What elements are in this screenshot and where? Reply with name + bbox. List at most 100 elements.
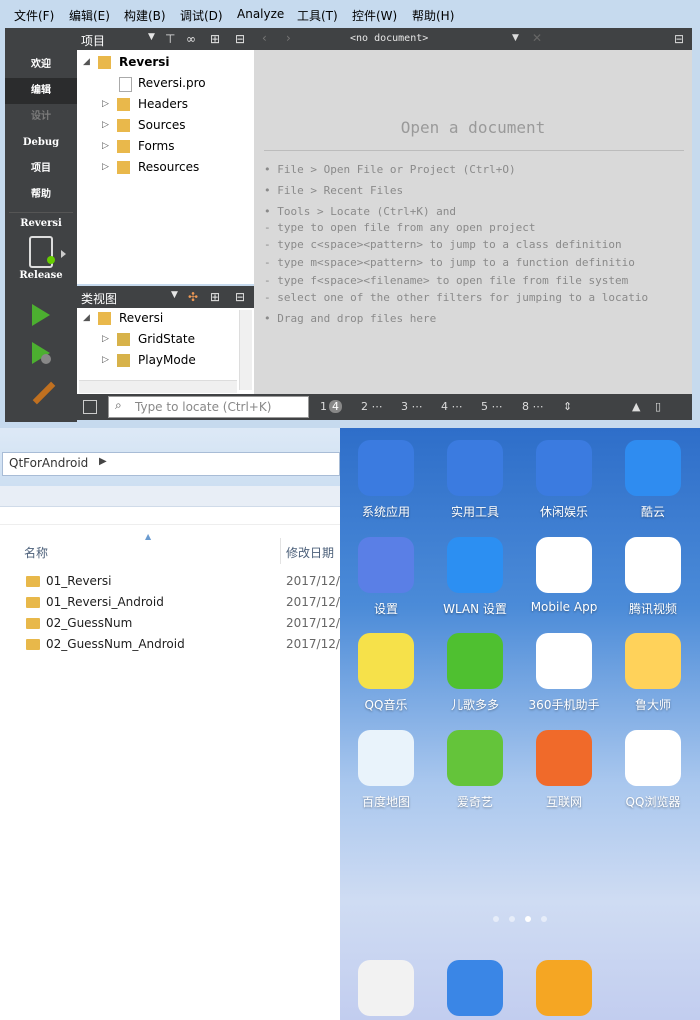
app-browser[interactable]: 互联网 [524, 730, 604, 810]
file-row[interactable]: 01_Reversi [26, 571, 276, 591]
collapsed-arrow-icon[interactable]: ▷ [102, 136, 110, 157]
app-folder[interactable]: 休闲娱乐 [524, 440, 604, 520]
tree-item-label: Reversi [119, 311, 164, 325]
collapsed-arrow-icon[interactable]: ▷ [102, 94, 110, 115]
breadcrumb-folder[interactable]: QtForAndroid [9, 456, 88, 470]
app-kids[interactable]: 儿歌多多 [435, 633, 515, 713]
mode-edit[interactable]: 编辑 [5, 78, 77, 104]
app-play[interactable]: 腾讯视频 [613, 537, 693, 617]
collapsed-arrow-icon[interactable]: ▷ [102, 115, 110, 136]
output-pane-2[interactable]: 2 ⋯ [361, 400, 383, 413]
chevron-right-icon[interactable]: ▶ [99, 456, 107, 467]
breadcrumb[interactable]: QtForAndroid ▶ [2, 452, 340, 476]
column-date-modified[interactable]: 修改日期 [286, 544, 334, 561]
app-folder[interactable]: 系统应用 [346, 440, 426, 520]
mode-design[interactable]: 设计 [5, 104, 77, 130]
collapsed-arrow-icon[interactable]: ▷ [102, 350, 110, 371]
page-indicator-dot[interactable] [509, 916, 515, 922]
toggle-right-sidebar-icon[interactable]: ▯ [655, 400, 661, 413]
back-icon[interactable]: ‹ [262, 31, 267, 45]
app-nissan[interactable]: Mobile App [524, 537, 604, 614]
tree-item-forms[interactable]: ▷ Forms [77, 136, 254, 157]
column-name[interactable]: 名称 [24, 544, 48, 561]
menu-analyze[interactable]: Analyze [237, 7, 284, 21]
output-pane-4[interactable]: 4 ⋯ [441, 400, 463, 413]
class-item-gridstate[interactable]: ▷ GridState [77, 329, 237, 350]
page-indicator-dot[interactable] [493, 916, 499, 922]
app-gear[interactable]: 设置 [346, 537, 426, 617]
output-pane-1[interactable]: 14 [320, 400, 342, 413]
app-folder[interactable]: 实用工具 [435, 440, 515, 520]
menu-edit[interactable]: 编辑(E) [69, 7, 110, 24]
app-cloud[interactable]: 酷云 [613, 440, 693, 520]
page-indicator-dot-active[interactable] [525, 916, 531, 922]
app-music[interactable]: QQ音乐 [346, 633, 426, 713]
mode-help[interactable]: 帮助 [5, 182, 77, 208]
horizontal-scrollbar[interactable] [79, 380, 237, 393]
tree-item-pro-file[interactable]: Reversi.pro [77, 73, 254, 94]
vertical-scrollbar[interactable] [239, 310, 252, 390]
tree-item-reversi[interactable]: ◢ Reversi [77, 52, 254, 73]
split-icon[interactable]: ⊟ [674, 32, 684, 46]
chevron-down-icon[interactable]: ▼ [148, 32, 155, 42]
expanded-arrow-icon[interactable]: ◢ [83, 52, 91, 73]
class-hierarchy-icon[interactable]: ✣ [188, 290, 198, 304]
close-pane-icon[interactable]: ⊟ [235, 290, 245, 304]
menu-build[interactable]: 构建(B) [124, 7, 166, 24]
menu-file[interactable]: 文件(F) [14, 7, 54, 24]
chevron-down-icon[interactable]: ▼ [171, 290, 178, 300]
kit-expand-icon[interactable] [61, 250, 66, 258]
page-indicator-dot[interactable] [541, 916, 547, 922]
file-row[interactable]: 02_GuessNum [26, 613, 276, 633]
split-icon[interactable]: ⊞ [210, 32, 220, 46]
mode-welcome[interactable]: 欢迎 [5, 52, 77, 78]
file-row[interactable]: 01_Reversi_Android [26, 592, 276, 612]
split-icon[interactable]: ⊞ [210, 290, 220, 304]
build-hammer-icon[interactable] [32, 381, 56, 405]
project-pane-title[interactable]: 项目 [81, 32, 105, 49]
forward-icon[interactable]: › [286, 31, 291, 45]
mode-debug[interactable]: Debug [5, 130, 77, 156]
output-pane-5[interactable]: 5 ⋯ [481, 400, 503, 413]
run-icon[interactable] [32, 304, 50, 326]
tree-item-resources[interactable]: ▷ Resources [77, 157, 254, 178]
app-wifi[interactable]: WLAN 设置 [435, 537, 515, 617]
close-pane-icon[interactable]: ⊟ [235, 32, 245, 46]
app-iqiyi[interactable]: 爱奇艺 [435, 730, 515, 810]
class-item-playmode[interactable]: ▷ PlayMode [77, 350, 237, 371]
menu-debug[interactable]: 调试(D) [180, 7, 223, 24]
output-pane-3[interactable]: 3 ⋯ [401, 400, 423, 413]
tree-item-headers[interactable]: ▷ Headers [77, 94, 254, 115]
up-down-icon[interactable]: ⇕ [563, 400, 572, 413]
collapsed-arrow-icon[interactable]: ▷ [102, 157, 110, 178]
locate-field[interactable]: ⌕ Type to locate (Ctrl+K) [108, 396, 309, 418]
dock-contacts[interactable] [435, 960, 515, 1016]
document-selector[interactable]: <no document> [350, 33, 428, 44]
menu-help[interactable]: 帮助(H) [412, 7, 454, 24]
app-qqbrowser[interactable]: QQ浏览器 [613, 730, 693, 810]
app-ludashi[interactable]: 鲁大师 [613, 633, 693, 713]
collapsed-arrow-icon[interactable]: ▷ [102, 329, 110, 350]
wifi-icon [447, 537, 503, 593]
tree-item-label: Sources [138, 118, 186, 132]
link-icon[interactable]: ∞ [186, 32, 196, 46]
dock-clock[interactable] [346, 960, 426, 1016]
menu-controls[interactable]: 控件(W) [352, 7, 397, 24]
filter-icon[interactable]: ⊤ [165, 32, 175, 46]
expanded-arrow-icon[interactable]: ◢ [83, 308, 91, 329]
output-pane-8[interactable]: 8 ⋯ [522, 400, 544, 413]
show-output-icon[interactable]: ▲ [632, 400, 640, 413]
dock-messages[interactable] [524, 960, 604, 1016]
tree-item-sources[interactable]: ▷ Sources [77, 115, 254, 136]
column-separator[interactable] [280, 538, 281, 564]
class-item-reversi[interactable]: ◢ Reversi [77, 308, 237, 329]
chevron-down-icon[interactable]: ▼ [512, 33, 519, 43]
close-document-icon[interactable]: ✕ [532, 31, 542, 45]
app-map[interactable]: 百度地图 [346, 730, 426, 810]
menu-tools[interactable]: 工具(T) [297, 7, 338, 24]
class-pane-title[interactable]: 类视图 [81, 290, 117, 307]
app-360[interactable]: 360手机助手 [524, 633, 604, 713]
mode-projects[interactable]: 项目 [5, 156, 77, 182]
file-row[interactable]: 02_GuessNum_Android [26, 634, 276, 654]
toggle-sidebar-icon[interactable] [83, 400, 97, 414]
